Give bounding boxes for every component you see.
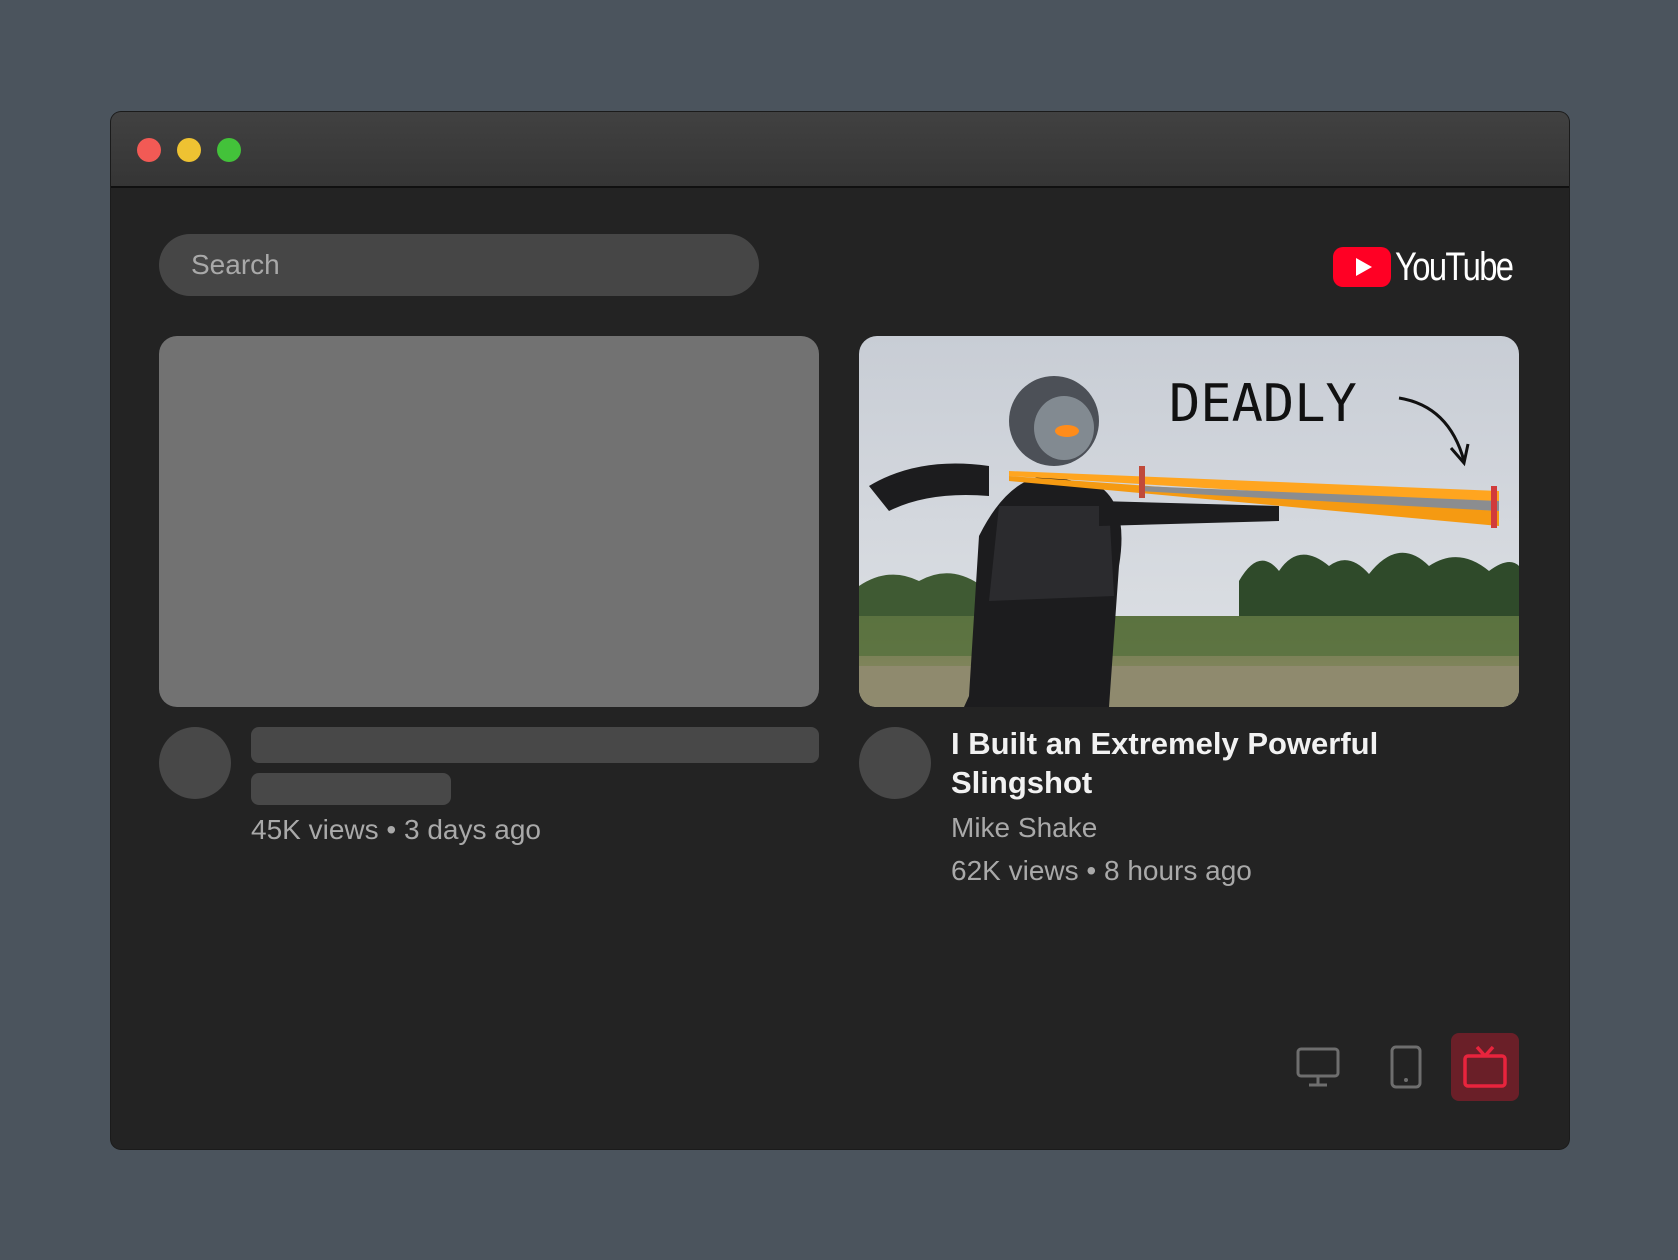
video-title[interactable]: I Built an Extremely Powerful Slingshot — [951, 724, 1511, 802]
channel-name[interactable]: Mike Shake — [951, 812, 1097, 844]
close-window-button[interactable] — [137, 138, 161, 162]
channel-avatar[interactable] — [859, 727, 931, 799]
minimize-window-button[interactable] — [177, 138, 201, 162]
search-input[interactable] — [159, 234, 759, 296]
maximize-window-button[interactable] — [217, 138, 241, 162]
channel-skeleton — [251, 773, 451, 805]
thumbnail-image: DEADLY — [859, 336, 1519, 707]
video-thumbnail[interactable]: DEADLY — [859, 336, 1519, 707]
title-skeleton — [251, 727, 819, 763]
title-bar — [111, 112, 1569, 188]
desktop-view-button[interactable] — [1284, 1033, 1352, 1101]
logo-text: YouTube — [1395, 244, 1514, 289]
tv-view-button[interactable] — [1451, 1033, 1519, 1101]
app-window: YouTube 45K views • 3 days ago — [111, 112, 1569, 1149]
thumbnail-text: DEADLY — [1169, 374, 1357, 434]
youtube-logo[interactable]: YouTube — [1333, 244, 1538, 290]
video-thumbnail-placeholder[interactable] — [159, 336, 819, 707]
tablet-icon — [1390, 1045, 1422, 1089]
tablet-view-button[interactable] — [1372, 1033, 1440, 1101]
youtube-play-icon — [1333, 247, 1391, 287]
tv-icon — [1463, 1045, 1507, 1088]
video-meta: 45K views • 3 days ago — [251, 814, 541, 845]
desktop-icon — [1296, 1047, 1340, 1087]
channel-avatar-placeholder[interactable] — [159, 727, 231, 799]
video-meta: 62K views • 8 hours ago — [951, 855, 1252, 886]
